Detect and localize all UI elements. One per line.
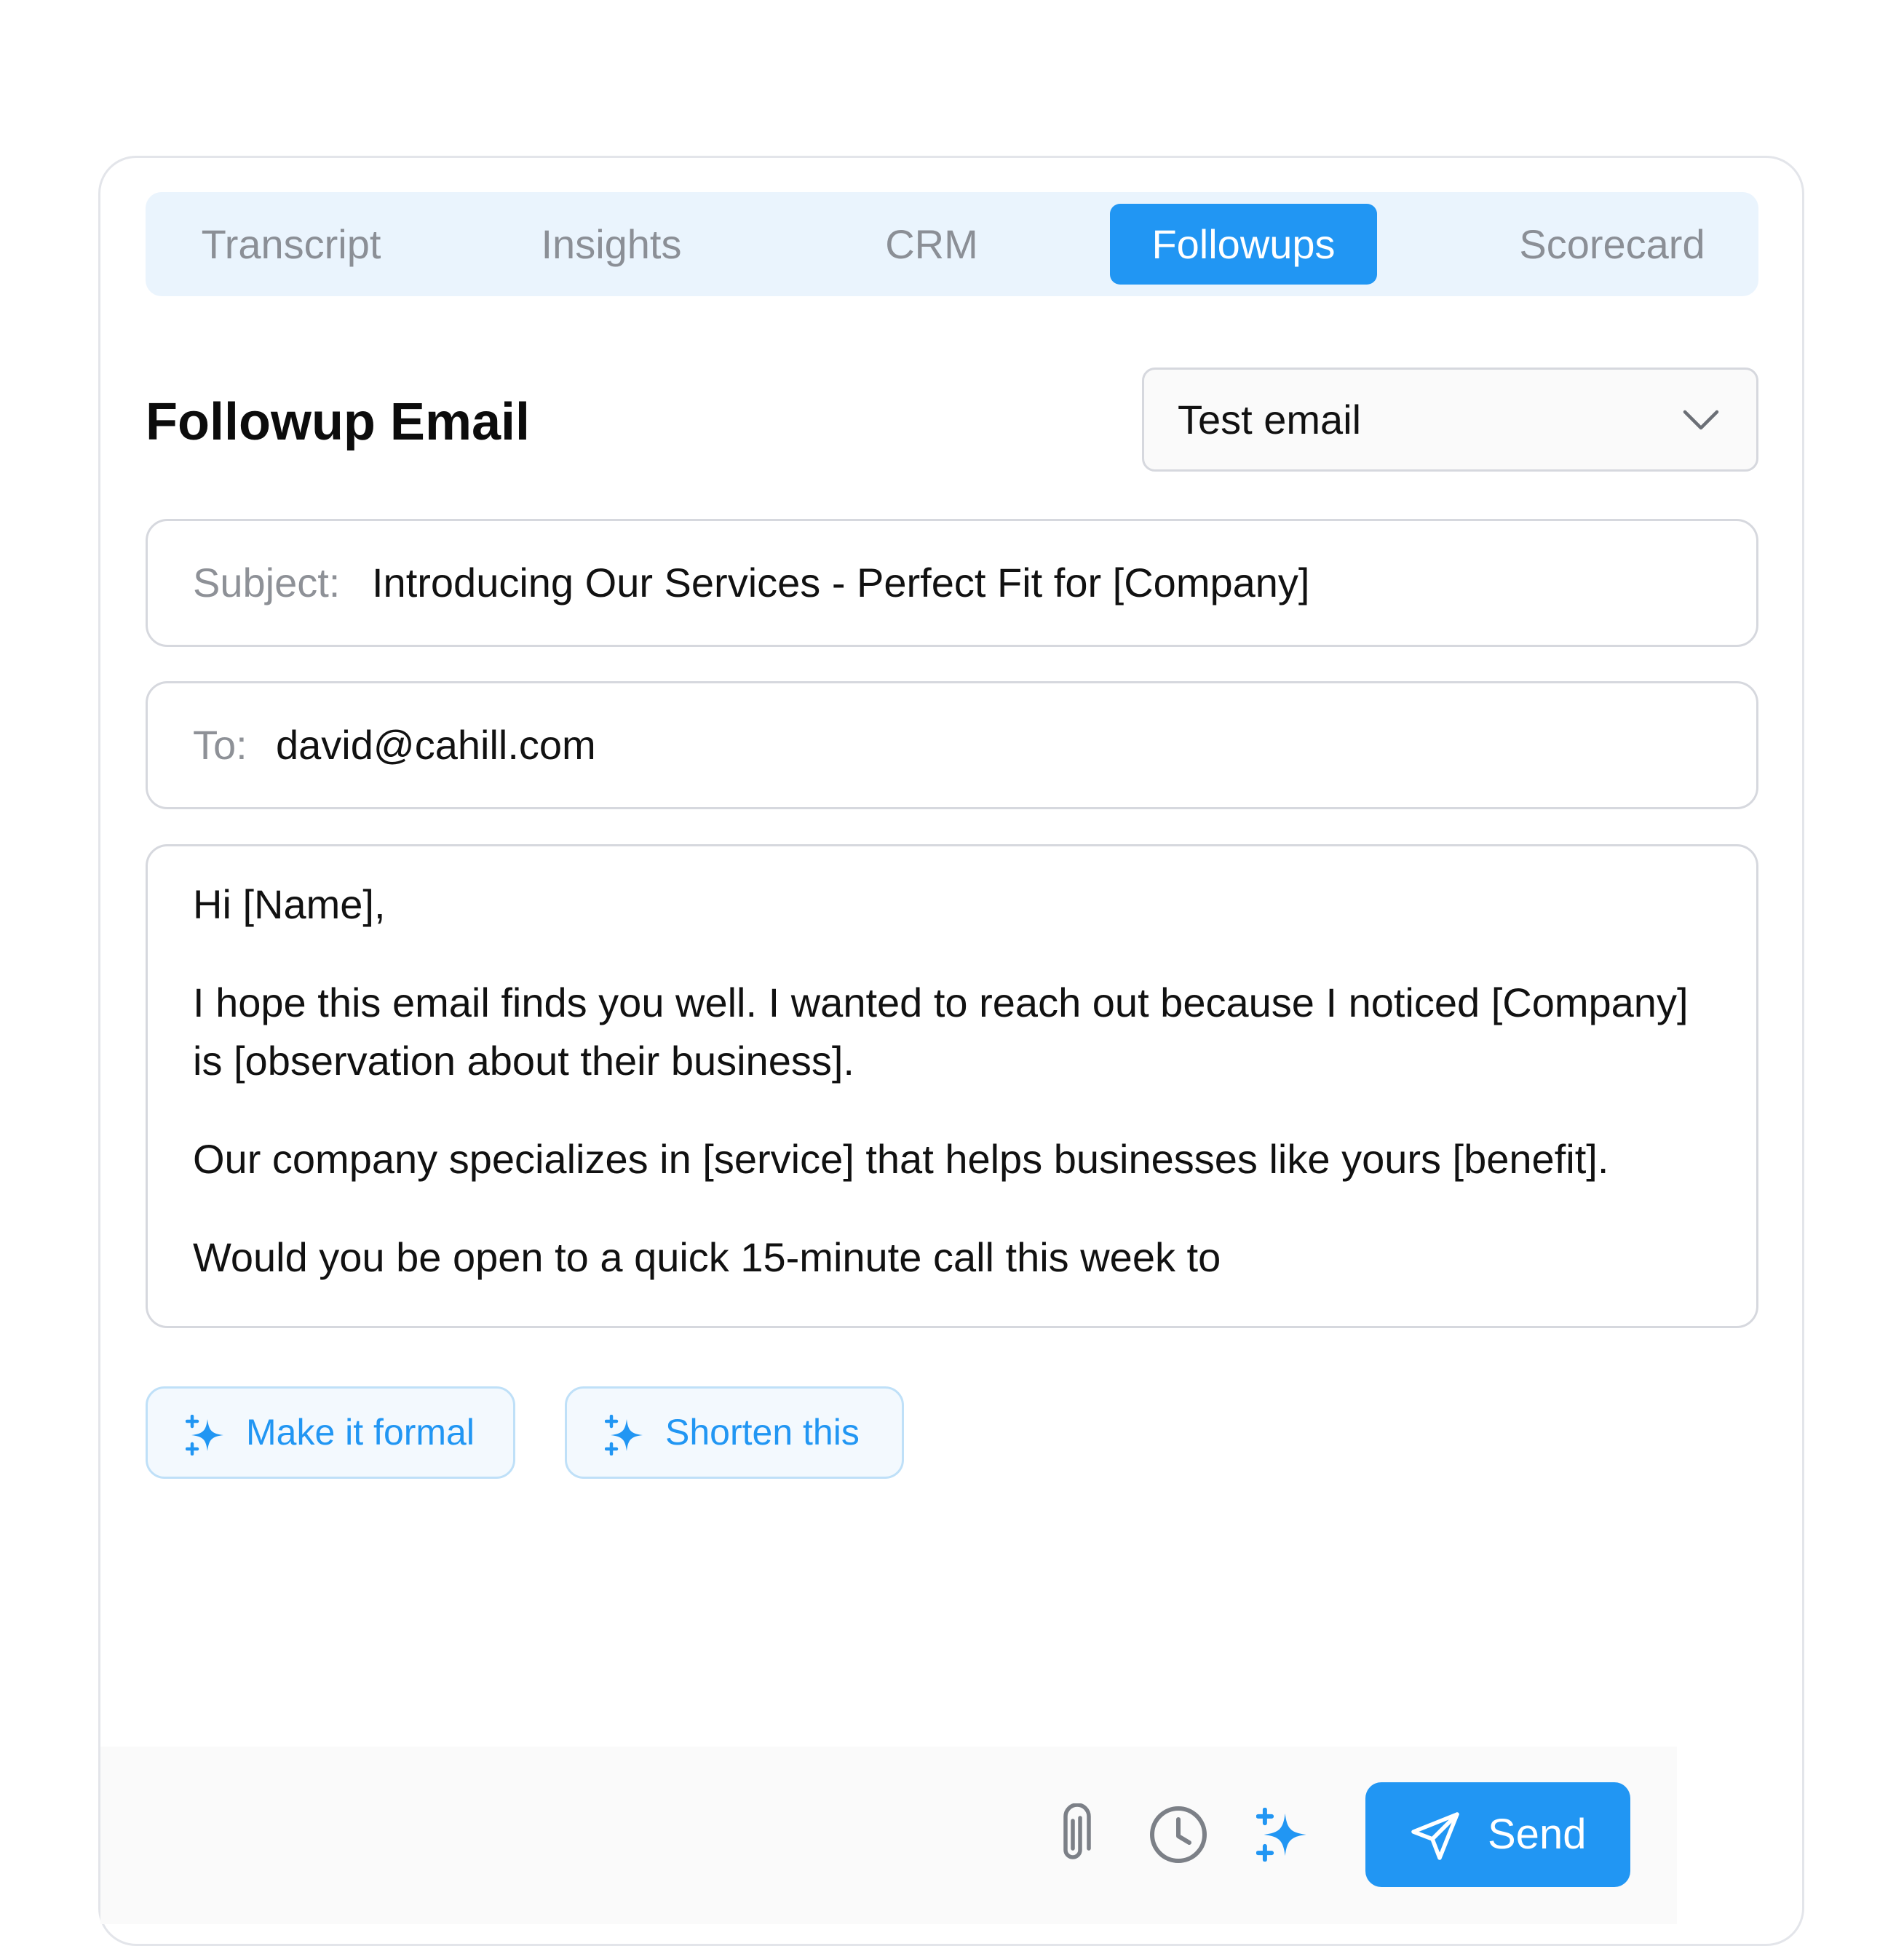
to-label: To: bbox=[193, 722, 247, 768]
sparkle-icon bbox=[605, 1415, 643, 1455]
send-label: Send bbox=[1488, 1811, 1587, 1858]
tab-followups[interactable]: Followups bbox=[1110, 204, 1377, 285]
shorten-button[interactable]: Shorten this bbox=[565, 1386, 904, 1479]
tab-scorecard[interactable]: Scorecard bbox=[1492, 204, 1732, 285]
send-icon bbox=[1411, 1812, 1459, 1860]
shorten-label: Shorten this bbox=[665, 1412, 860, 1453]
to-input[interactable]: david@cahill.com bbox=[276, 683, 596, 807]
template-select[interactable]: Test email bbox=[1142, 368, 1758, 472]
tab-bar: Transcript Insights CRM Followups Scorec… bbox=[146, 192, 1758, 296]
make-formal-button[interactable]: Make it formal bbox=[146, 1386, 515, 1479]
email-body-editor[interactable]: Hi [Name], I hope this email finds you w… bbox=[146, 844, 1758, 1328]
tab-insights[interactable]: Insights bbox=[524, 204, 699, 285]
email-body-paragraph: I hope this email finds you well. I want… bbox=[193, 980, 1689, 1084]
to-field[interactable]: To: david@cahill.com bbox=[146, 681, 1758, 809]
template-select-value: Test email bbox=[1178, 397, 1362, 442]
email-body-paragraph: Our company specializes in [service] tha… bbox=[193, 1136, 1609, 1182]
subject-input[interactable]: Introducing Our Services - Perfect Fit f… bbox=[372, 521, 1309, 645]
sparkle-icon[interactable] bbox=[1256, 1808, 1310, 1862]
tab-crm[interactable]: CRM bbox=[866, 204, 997, 285]
subject-label: Subject: bbox=[193, 560, 341, 605]
email-body-paragraph: Would you be open to a quick 15-minute c… bbox=[193, 1234, 1221, 1280]
tab-transcript[interactable]: Transcript bbox=[175, 204, 408, 285]
email-body-greeting: Hi [Name], bbox=[193, 881, 386, 927]
send-button[interactable]: Send bbox=[1365, 1782, 1630, 1887]
page-title: Followup Email bbox=[146, 393, 531, 451]
clock-icon[interactable] bbox=[1149, 1805, 1208, 1864]
chevron-down-icon bbox=[1683, 410, 1719, 430]
paperclip-icon[interactable] bbox=[1052, 1803, 1093, 1867]
sparkle-icon bbox=[186, 1415, 223, 1455]
make-formal-label: Make it formal bbox=[246, 1412, 475, 1453]
subject-field[interactable]: Subject: Introducing Our Services - Perf… bbox=[146, 519, 1758, 647]
